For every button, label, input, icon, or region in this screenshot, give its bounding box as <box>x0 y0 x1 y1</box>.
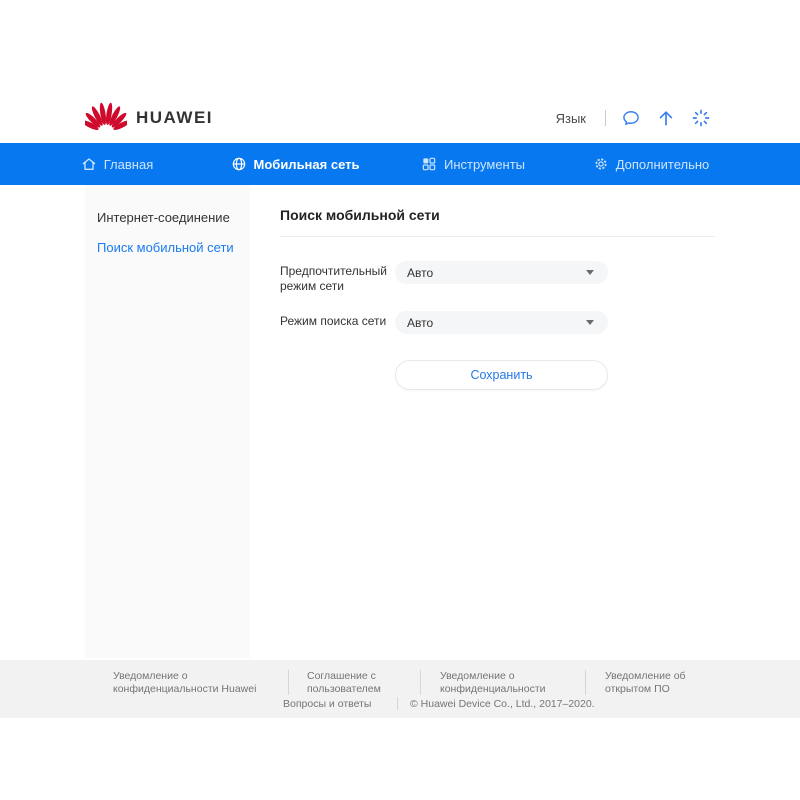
tab-label: Мобильная сеть <box>254 157 360 172</box>
main-navbar: Главная Мобильная сеть Инструменты <box>0 143 800 185</box>
select-value: Авто <box>407 266 433 280</box>
router-admin-page: HUAWEI Язык <box>0 0 800 800</box>
huawei-flower-icon <box>85 102 127 134</box>
tab-mobile-network[interactable]: Мобильная сеть <box>206 143 384 185</box>
network-search-form: Предпочтительный режим сети Авто Режим п… <box>280 261 715 390</box>
chevron-down-icon <box>586 320 594 325</box>
footer-link-privacy-notice[interactable]: Уведомление о конфиденциальности <box>440 670 565 696</box>
chevron-down-icon <box>586 270 594 275</box>
footer-divider <box>288 670 289 695</box>
tab-home[interactable]: Главная <box>28 143 206 185</box>
main-content: Поиск мобильной сети Предпочтительный ре… <box>280 185 715 390</box>
tab-tools[interactable]: Инструменты <box>384 143 562 185</box>
header-actions: Язык <box>556 108 711 128</box>
footer-divider <box>585 670 586 695</box>
field-label: Предпочтительный режим сети <box>280 261 395 294</box>
language-button[interactable]: Язык <box>556 111 586 126</box>
sidebar: Интернет-соединение Поиск мобильной сети <box>85 185 250 658</box>
footer-link-privacy-huawei[interactable]: Уведомление о конфиденциальности Huawei <box>113 670 283 696</box>
copyright-text: © Huawei Device Co., Ltd., 2017–2020. <box>410 698 595 710</box>
footer-divider <box>397 697 398 710</box>
header: HUAWEI Язык <box>85 100 715 142</box>
page-title: Поиск мобильной сети <box>280 207 715 223</box>
form-row-preferred-mode: Предпочтительный режим сети Авто <box>280 261 715 294</box>
logo-wordmark: HUAWEI <box>136 108 213 128</box>
tab-label: Главная <box>104 157 153 172</box>
field-label: Режим поиска сети <box>280 311 395 329</box>
tab-label: Дополнительно <box>616 157 710 172</box>
upload-arrow-icon[interactable] <box>656 108 676 128</box>
loading-spinner-icon[interactable] <box>691 108 711 128</box>
globe-icon <box>231 156 247 172</box>
navbar-tabs: Главная Мобильная сеть Инструменты <box>28 143 740 185</box>
form-row-search-mode: Режим поиска сети Авто <box>280 311 715 334</box>
header-divider <box>605 110 606 126</box>
preferred-mode-select[interactable]: Авто <box>395 261 608 284</box>
footer: Уведомление о конфиденциальности Huawei … <box>0 660 800 718</box>
home-icon <box>81 156 97 172</box>
tab-advanced[interactable]: Дополнительно <box>562 143 740 185</box>
footer-link-open-source[interactable]: Уведомление об открытом ПО <box>605 670 725 696</box>
search-mode-select[interactable]: Авто <box>395 311 608 334</box>
select-value: Авто <box>407 316 433 330</box>
sidebar-item-internet-connection[interactable]: Интернет-соединение <box>85 203 250 233</box>
huawei-logo: HUAWEI <box>85 102 213 134</box>
tab-label: Инструменты <box>444 157 525 172</box>
sidebar-item-network-search[interactable]: Поиск мобильной сети <box>85 233 250 263</box>
footer-link-user-agreement[interactable]: Соглашение с пользователем <box>307 670 407 696</box>
save-button[interactable]: Сохранить <box>395 360 608 390</box>
title-divider <box>280 236 715 237</box>
chat-icon[interactable] <box>621 108 641 128</box>
gear-icon <box>593 156 609 172</box>
footer-link-faq[interactable]: Вопросы и ответы <box>283 698 371 710</box>
button-row: Сохранить <box>395 360 715 390</box>
grid-icon <box>421 156 437 172</box>
footer-divider <box>420 670 421 695</box>
